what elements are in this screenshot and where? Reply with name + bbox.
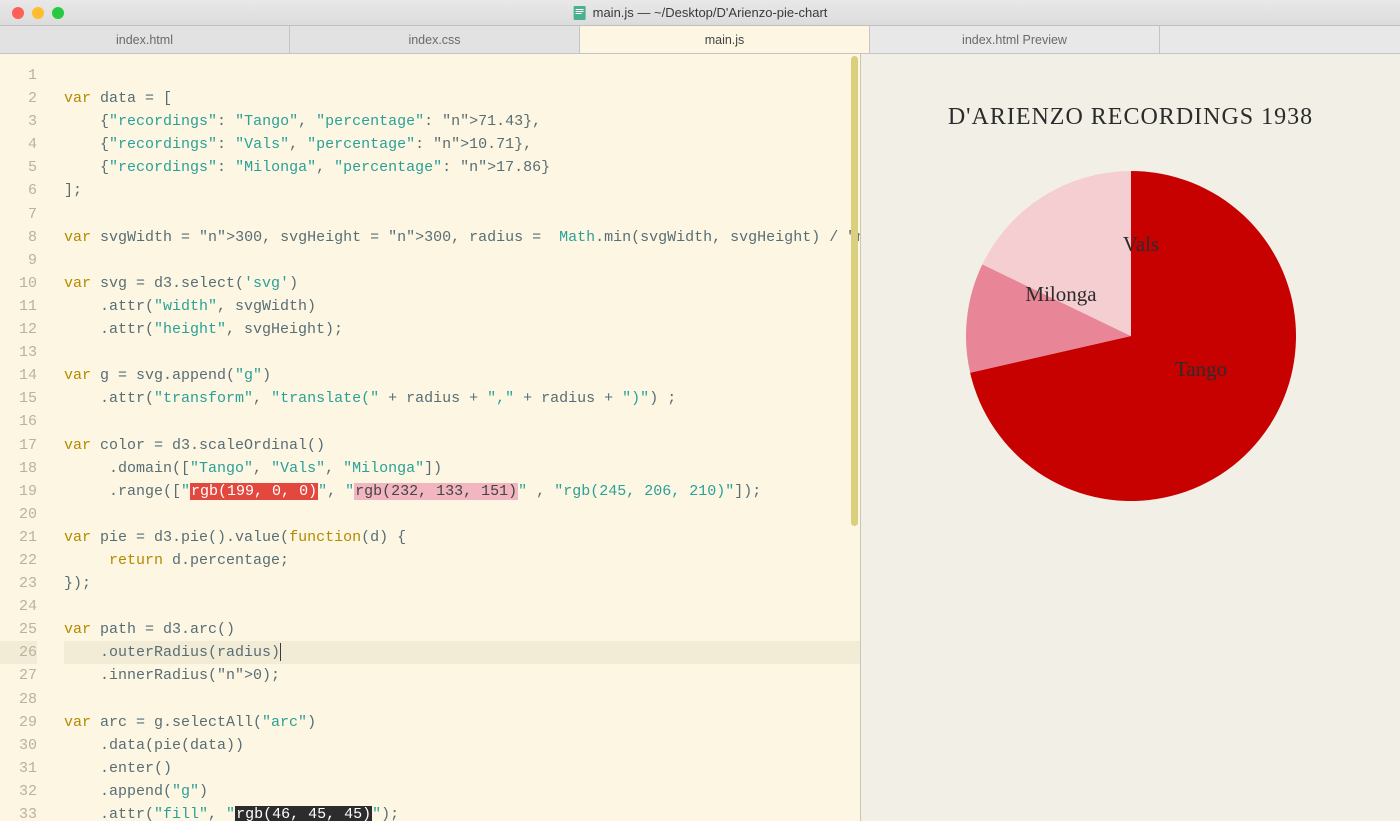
titlebar: main.js — ~/Desktop/D'Arienzo-pie-chart — [0, 0, 1400, 26]
minimize-icon[interactable] — [32, 7, 44, 19]
tab-main-js[interactable]: main.js — [580, 26, 870, 53]
js-file-icon — [573, 6, 587, 20]
window-title-text: main.js — ~/Desktop/D'Arienzo-pie-chart — [593, 5, 828, 20]
tab-index-html[interactable]: index.html — [0, 26, 290, 53]
code-area[interactable]: var data = [ {"recordings": "Tango", "pe… — [58, 54, 860, 821]
close-icon[interactable] — [12, 7, 24, 19]
tab-bar: index.html index.css main.js index.html … — [0, 26, 1400, 54]
pie-label-vals: Vals — [1122, 232, 1158, 256]
maximize-icon[interactable] — [52, 7, 64, 19]
tab-index-css[interactable]: index.css — [290, 26, 580, 53]
line-gutter: 1234567891011121314151617181920212223242… — [0, 54, 58, 821]
chart-title: D'ARIENZO RECORDINGS 1938 — [948, 104, 1313, 131]
window-controls — [0, 7, 64, 19]
scrollbar-thumb[interactable] — [851, 56, 858, 526]
text-cursor — [280, 643, 281, 661]
tab-spacer — [1160, 26, 1400, 53]
code-editor[interactable]: 1234567891011121314151617181920212223242… — [0, 54, 860, 821]
preview-pane: D'ARIENZO RECORDINGS 1938 Tango Vals Milon… — [860, 54, 1400, 821]
pie-label-tango: Tango — [1174, 357, 1226, 381]
tab-preview[interactable]: index.html Preview — [870, 26, 1160, 53]
scrollbar-track[interactable] — [846, 54, 860, 821]
window-title: main.js — ~/Desktop/D'Arienzo-pie-chart — [573, 5, 828, 20]
pie-label-milonga: Milonga — [1025, 282, 1097, 306]
pie-chart: Tango Vals Milonga — [966, 171, 1296, 501]
app-window: main.js — ~/Desktop/D'Arienzo-pie-chart … — [0, 0, 1400, 821]
content-area: 1234567891011121314151617181920212223242… — [0, 54, 1400, 821]
